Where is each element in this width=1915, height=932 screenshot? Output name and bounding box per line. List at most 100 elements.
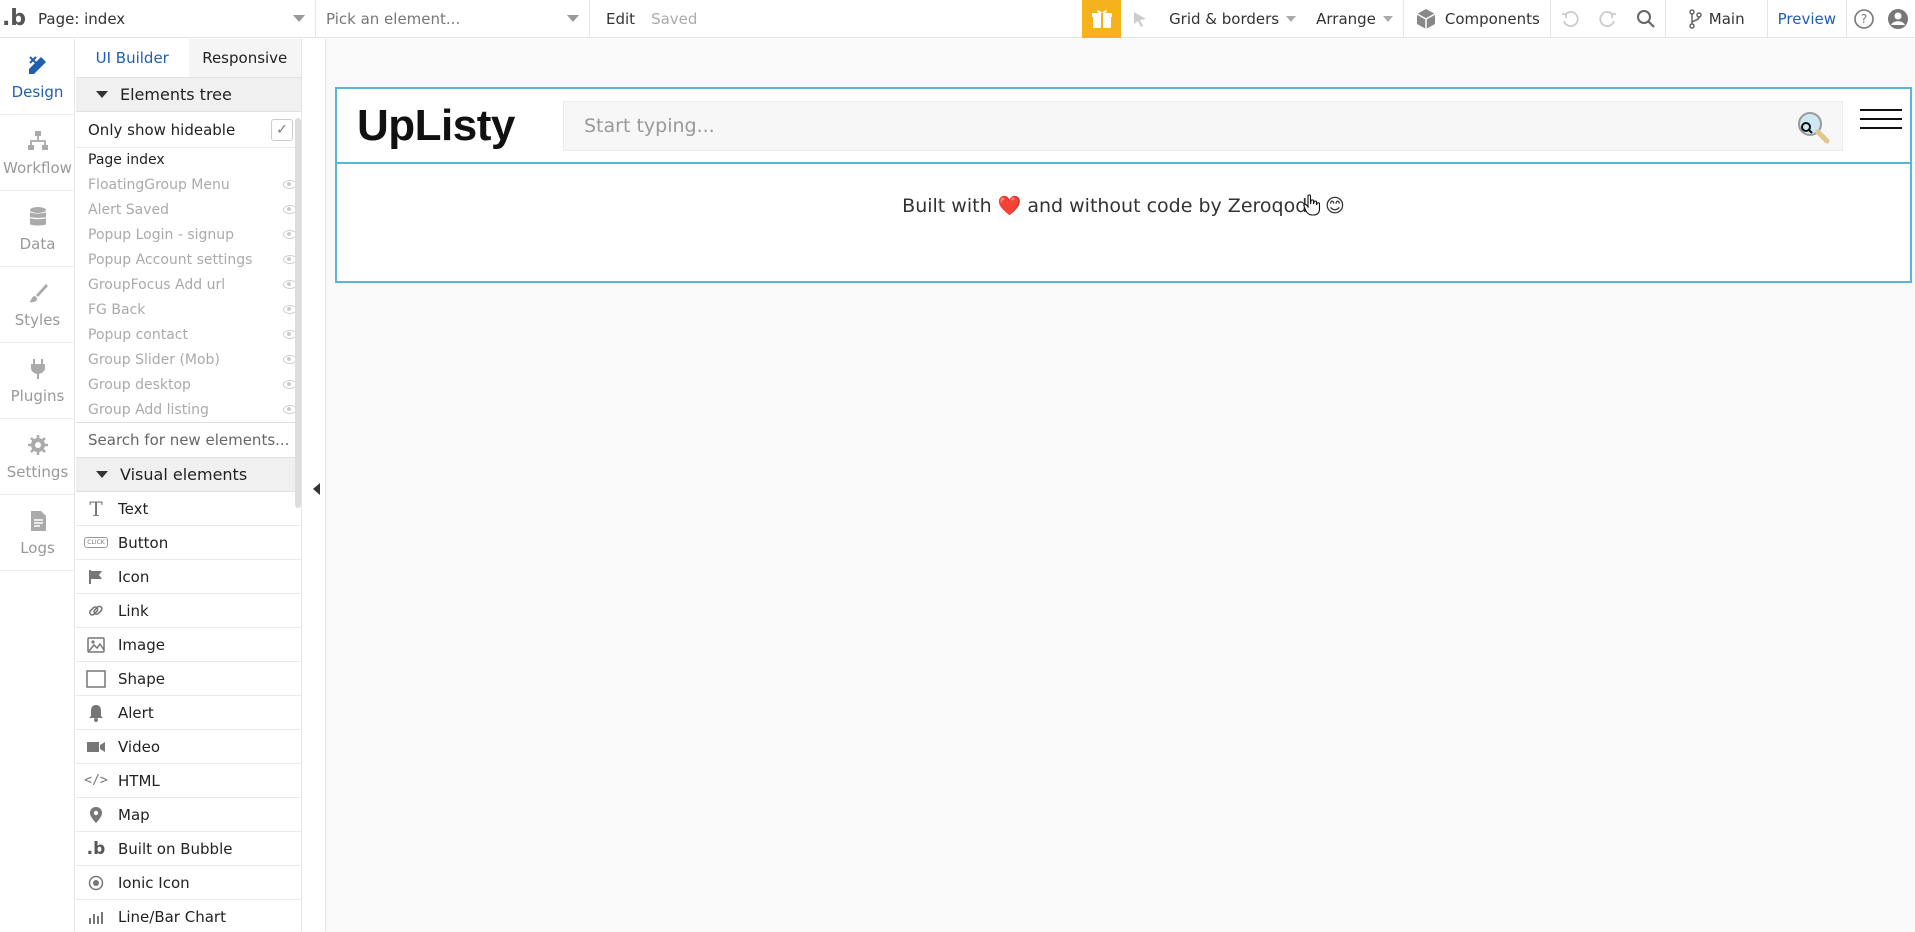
preview-button[interactable]: Preview	[1768, 10, 1846, 28]
search-placeholder: Start typing...	[584, 115, 715, 137]
grid-borders-menu[interactable]: Grid & borders	[1159, 0, 1306, 38]
pointer-icon[interactable]	[1121, 0, 1159, 38]
rail-data[interactable]: Data	[0, 191, 75, 267]
visual-element-item[interactable]: Ionic Icon	[76, 866, 301, 900]
database-icon	[28, 206, 47, 225]
tree-item-label: Popup Account settings	[88, 251, 253, 268]
rail-workflow[interactable]: Workflow	[0, 115, 75, 191]
button-icon: CLICK	[84, 537, 108, 548]
tree-item[interactable]: Popup Account settings	[76, 247, 301, 272]
gift-icon[interactable]	[1082, 0, 1122, 38]
tree-item[interactable]: Group Slider (Mob)	[76, 347, 301, 372]
rail-plugins[interactable]: Plugins	[0, 343, 75, 419]
visual-element-item[interactable]: Video	[76, 730, 301, 764]
tree-item-label: Alert Saved	[88, 201, 170, 218]
magnifier-icon[interactable]	[1792, 107, 1832, 147]
redo-icon[interactable]	[1589, 0, 1627, 38]
gear-icon	[27, 434, 48, 455]
undo-icon[interactable]	[1551, 0, 1589, 38]
tree-item[interactable]: FloatingGroup Menu	[76, 172, 301, 197]
tree-item-label: Popup contact	[88, 326, 188, 343]
visual-element-item[interactable]: Line/Bar Chart	[76, 900, 301, 932]
visual-element-item[interactable]: </> HTML	[76, 764, 301, 798]
only-hideable-label: Only show hideable	[88, 120, 236, 139]
tree-item[interactable]: Group desktop	[76, 372, 301, 397]
search-elements-input[interactable]: Search for new elements...	[76, 422, 301, 458]
tree-item-label: Popup Login - signup	[88, 226, 235, 243]
search-icon[interactable]	[1627, 0, 1665, 38]
visual-element-item[interactable]: Map	[76, 798, 301, 832]
link-icon	[84, 602, 108, 620]
visual-element-item[interactable]: Icon	[76, 560, 301, 594]
element-picker[interactable]: Pick an element...	[316, 0, 590, 38]
visual-element-item[interactable]: T Text	[76, 492, 301, 526]
video-icon	[84, 740, 108, 754]
rail-label: Design	[11, 82, 64, 101]
edit-menu[interactable]: Edit	[590, 0, 643, 38]
visual-element-label: Built on Bubble	[118, 839, 233, 858]
tree-item-page-index[interactable]: Page index	[76, 148, 301, 172]
elements-tree-list: FloatingGroup Menu Alert Saved Popup Login…	[76, 172, 301, 422]
hand-cursor-icon	[1303, 194, 1321, 216]
ionic-icon	[84, 875, 108, 891]
tree-item[interactable]: Group Add listing	[76, 397, 301, 422]
search-input[interactable]: Start typing...	[563, 101, 1843, 151]
elements-tree-title: Elements tree	[120, 85, 232, 104]
only-hideable-checkbox[interactable]: ✓	[271, 118, 293, 141]
components-label: Components	[1444, 9, 1540, 28]
visual-element-label: Image	[118, 635, 165, 654]
map-pin-icon	[84, 806, 108, 824]
visual-element-label: Ionic Icon	[118, 873, 190, 892]
brand-logo[interactable]: UpListy	[337, 101, 563, 151]
code-icon: </>	[84, 773, 108, 788]
document-icon	[30, 510, 46, 531]
tree-item[interactable]: Alert Saved	[76, 197, 301, 222]
visual-elements-title: Visual elements	[120, 465, 248, 484]
branch-icon	[1689, 8, 1702, 29]
visual-elements-header[interactable]: Visual elements	[76, 458, 301, 492]
header-group[interactable]: UpListy Start typing...	[337, 89, 1910, 164]
tree-item[interactable]: FG Back	[76, 297, 301, 322]
visual-element-item[interactable]: .b Built on Bubble	[76, 832, 301, 866]
chart-icon	[84, 910, 108, 924]
tree-item[interactable]: Popup contact	[76, 322, 301, 347]
visual-element-item[interactable]: Link	[76, 594, 301, 628]
rail-styles[interactable]: Styles	[0, 267, 75, 343]
tree-item[interactable]: GroupFocus Add url	[76, 272, 301, 297]
visual-element-label: Map	[118, 805, 150, 824]
rail-label: Styles	[14, 310, 61, 329]
page-selector[interactable]: Page: index	[28, 0, 316, 38]
visual-element-label: Text	[118, 499, 149, 518]
page-index[interactable]: UpListy Start typing... Built with ❤️ an…	[335, 87, 1912, 283]
account-icon[interactable]	[1881, 0, 1915, 38]
visual-element-item[interactable]: CLICK Button	[76, 526, 301, 560]
footer-credit: Built with ❤️ and without code by Zeroqo…	[902, 195, 1345, 217]
bubble-logo-icon[interactable]: .b	[0, 0, 28, 38]
bubble-icon: .b	[86, 838, 106, 859]
design-canvas[interactable]: UpListy Start typing... Built with ❤️ an…	[325, 39, 1915, 932]
elements-tree-header[interactable]: Elements tree	[76, 78, 301, 112]
arrange-menu[interactable]: Arrange	[1306, 0, 1403, 38]
rail-label: Settings	[6, 462, 69, 481]
hamburger-menu-icon[interactable]	[1860, 109, 1902, 129]
triangle-down-icon	[96, 471, 108, 478]
rail-design[interactable]: Design	[0, 39, 75, 115]
components-button[interactable]: Components	[1404, 0, 1550, 38]
rail-logs[interactable]: Logs	[0, 495, 75, 571]
branch-selector[interactable]: Main	[1666, 0, 1767, 38]
visual-element-item[interactable]: Alert	[76, 696, 301, 730]
tab-responsive[interactable]: Responsive	[188, 39, 301, 77]
visual-element-item[interactable]: Image	[76, 628, 301, 662]
tree-item[interactable]: Popup Login - signup	[76, 222, 301, 247]
arrange-label: Arrange	[1316, 9, 1376, 28]
help-icon[interactable]: ?	[1847, 0, 1881, 38]
tree-item-label: Group desktop	[88, 376, 191, 393]
collapse-panel-icon[interactable]	[313, 483, 320, 495]
sidebar-rail: Design Workflow Data Styles Plugins Sett…	[0, 39, 75, 932]
panel-scrollbar[interactable]	[295, 118, 301, 508]
top-bar: .b Page: index Pick an element... Edit S…	[0, 0, 1915, 38]
tab-ui-builder[interactable]: UI Builder	[76, 39, 189, 77]
visual-element-item[interactable]: Shape	[76, 662, 301, 696]
rail-settings[interactable]: Settings	[0, 419, 75, 495]
square-icon	[84, 669, 108, 688]
